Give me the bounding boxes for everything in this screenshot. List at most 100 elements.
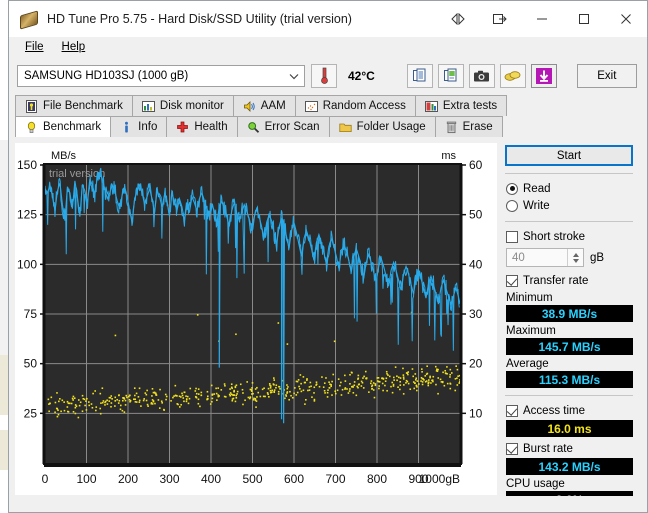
checkbox-short-stroke-indicator [506, 230, 518, 243]
tab-info[interactable]: Info [110, 116, 168, 137]
svg-text:100: 100 [76, 472, 96, 486]
menu-help[interactable]: Help [54, 39, 94, 55]
minimum-label: Minimum [506, 292, 553, 304]
save-button[interactable] [530, 64, 557, 88]
magnifier-icon [247, 121, 259, 133]
benchmark-graph-pane: MB/s ms 25 50 75 100 125 150 10 20 30 40 50 60 0 100 200… [15, 143, 497, 495]
radio-write[interactable]: Write [503, 197, 635, 214]
tab-file-benchmark-label: File Benchmark [43, 100, 123, 112]
hd-tune-window: HD Tune Pro 5.75 - Hard Disk/SSD Utility… [8, 0, 648, 513]
checkbox-transfer-rate[interactable]: Transfer rate [503, 272, 635, 289]
svg-text:40: 40 [469, 257, 483, 271]
svg-text:MB/s: MB/s [51, 150, 77, 162]
lightbulb-icon [27, 121, 36, 133]
tab-erase[interactable]: Erase [434, 116, 503, 137]
start-button[interactable]: Start [505, 145, 633, 166]
harddisk-icon [19, 9, 39, 30]
radio-write-indicator [506, 199, 518, 212]
chevron-down-icon [289, 74, 299, 80]
tab-erase-label: Erase [462, 121, 493, 133]
maximize-button[interactable] [563, 1, 605, 37]
burst-rate-value: 143.2 MB/s [506, 458, 633, 475]
stepper-down-icon[interactable] [572, 258, 579, 263]
tab-benchmark[interactable]: Benchmark [15, 116, 112, 137]
download-arrow-icon [535, 68, 552, 84]
exit-button[interactable]: Exit [576, 64, 637, 88]
short-stroke-field-row: 40 gB [503, 248, 635, 267]
tab-folder-usage-label: Folder Usage [356, 121, 426, 133]
stepper-up-icon[interactable] [572, 252, 579, 257]
tab-error-scan[interactable]: Error Scan [236, 116, 330, 137]
radio-read-label: Read [523, 182, 551, 195]
tab-health[interactable]: Health [166, 116, 238, 137]
svg-text:75: 75 [24, 307, 38, 321]
svg-text:10: 10 [469, 406, 483, 420]
checkbox-short-stroke-label: Short stroke [523, 230, 585, 243]
svg-text:300: 300 [159, 472, 179, 486]
copy-text-icon [412, 68, 426, 82]
drive-select[interactable]: SAMSUNG HD103SJ (1000 gB) [17, 65, 305, 87]
copy-image-button[interactable] [437, 64, 464, 88]
svg-text:50: 50 [24, 357, 38, 371]
content-area: MB/s ms 25 50 75 100 125 150 10 20 30 40 50 60 0 100 200… [9, 137, 647, 508]
tab-folder-usage[interactable]: Folder Usage [328, 116, 436, 137]
checkbox-transfer-rate-indicator [506, 274, 518, 287]
coins-button[interactable] [499, 64, 526, 88]
access-time-value: 16.0 ms [506, 420, 633, 437]
copy-image-icon [443, 68, 457, 82]
svg-text:60: 60 [469, 158, 483, 172]
cpu-usage-label: CPU usage [506, 478, 565, 490]
checkbox-access-time-indicator [506, 404, 518, 417]
toolbar: SAMSUNG HD103SJ (1000 gB) 42°C Exit [9, 57, 647, 95]
minimum-value: 38.9 MB/s [506, 305, 633, 322]
copy-text-button[interactable] [406, 64, 433, 88]
svg-text:700: 700 [325, 472, 345, 486]
checkbox-burst-rate[interactable]: Burst rate [503, 440, 635, 457]
tab-random-access-label: Random Access [322, 100, 406, 112]
tab-file-benchmark[interactable]: File Benchmark [15, 95, 133, 116]
move-to-desktop-button[interactable] [479, 1, 521, 37]
svg-text:20: 20 [469, 357, 483, 371]
window-controls [437, 1, 647, 37]
tab-extra-tests[interactable]: Extra tests [414, 95, 508, 116]
tab-disk-monitor[interactable]: Disk monitor [131, 95, 234, 116]
tab-extra-tests-label: Extra tests [442, 100, 498, 112]
thermometer-icon [320, 67, 328, 84]
drive-select-label: SAMSUNG HD103SJ (1000 gB) [24, 70, 189, 82]
short-stroke-unit: gB [590, 251, 605, 264]
title-bar: HD Tune Pro 5.75 - Hard Disk/SSD Utility… [9, 1, 647, 37]
checkbox-burst-rate-label: Burst rate [523, 442, 573, 455]
menu-file-label: File [25, 41, 44, 53]
svg-text:1000gB: 1000gB [419, 472, 460, 486]
svg-text:400: 400 [201, 472, 221, 486]
tab-disk-monitor-label: Disk monitor [159, 100, 224, 112]
tab-health-label: Health [194, 121, 228, 133]
screenshot-button[interactable] [468, 64, 495, 88]
tab-error-scan-label: Error Scan [264, 121, 320, 133]
short-stroke-stepper[interactable]: 40 [506, 248, 584, 267]
checkbox-short-stroke[interactable]: Short stroke [503, 228, 635, 245]
file-benchmark-icon [26, 99, 37, 113]
checkbox-access-time-label: Access time [523, 404, 585, 417]
divider-2 [505, 221, 633, 222]
close-button[interactable] [605, 1, 647, 37]
maximum-value: 145.7 MB/s [506, 338, 633, 355]
radio-read[interactable]: Read [503, 180, 635, 197]
tab-random-access[interactable]: Random Access [294, 95, 416, 116]
short-stroke-arrows[interactable] [567, 249, 583, 266]
camera-icon [474, 70, 490, 82]
minimize-button[interactable] [521, 1, 563, 37]
benchmark-chart: MB/s ms2550751001251501020304050600 100 200… [15, 143, 497, 495]
menu-help-label: Help [61, 41, 86, 53]
svg-text:150: 150 [17, 158, 37, 172]
checkbox-access-time[interactable]: Access time [503, 402, 635, 419]
snap-layouts-button[interactable] [437, 1, 479, 37]
tab-aam[interactable]: AAM [232, 95, 296, 116]
menu-file[interactable]: File [17, 39, 52, 55]
temperature-value: 42°C [348, 69, 375, 83]
tab-aam-label: AAM [260, 100, 286, 112]
status-bar [9, 496, 647, 512]
divider-3 [505, 395, 633, 396]
divider-1 [505, 173, 633, 174]
radio-read-indicator [506, 182, 518, 195]
